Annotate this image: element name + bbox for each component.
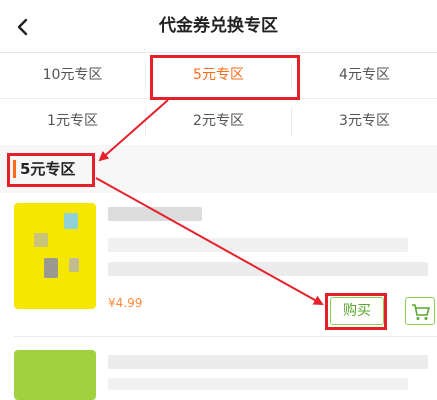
arrow — [95, 177, 324, 305]
arrow — [98, 99, 169, 162]
annotation-arrows — [95, 99, 324, 305]
